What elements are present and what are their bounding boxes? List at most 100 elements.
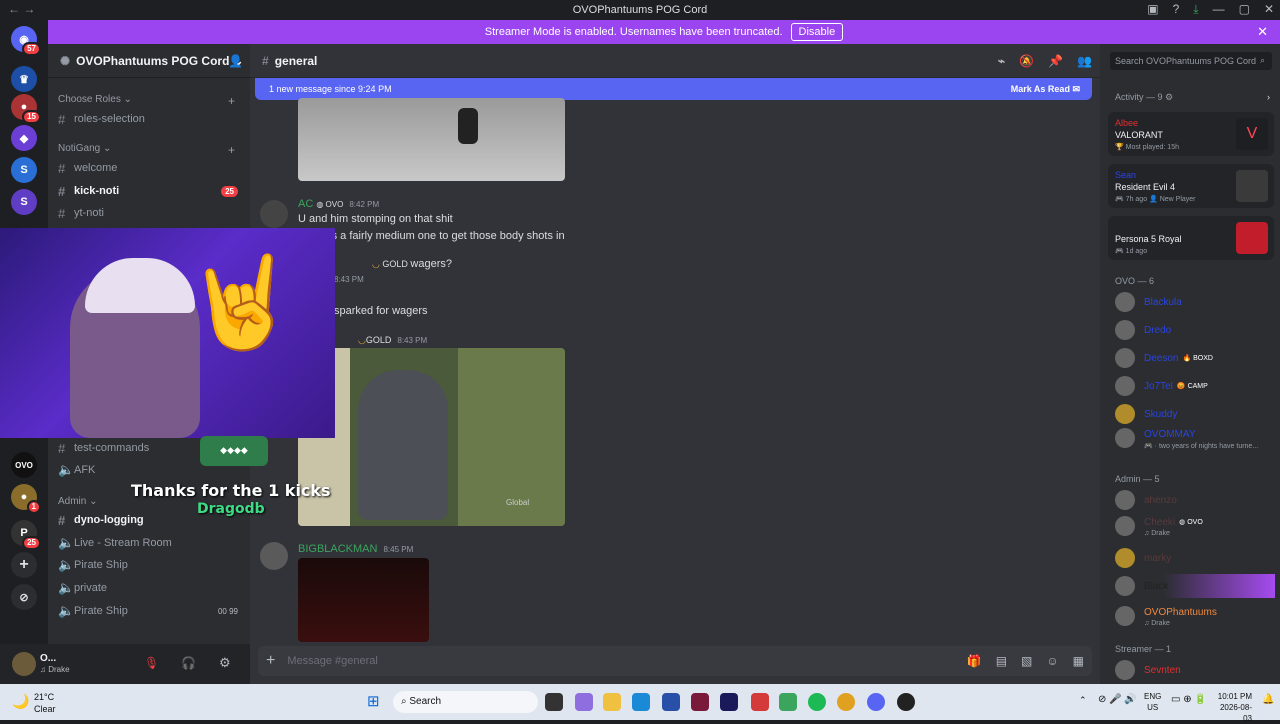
channel-pirate-ship[interactable]: 🔈 Pirate Ship: [58, 555, 244, 575]
app-icon[interactable]: [662, 693, 680, 711]
message-image[interactable]: [298, 98, 565, 181]
app-icon[interactable]: [779, 693, 797, 711]
category-notigang[interactable]: NotiGang ⌄ +: [58, 143, 238, 157]
add-channel-icon[interactable]: +: [228, 143, 235, 157]
tray-icons[interactable]: ⊘ 🎤 🔊: [1098, 694, 1137, 705]
server-icon[interactable]: ◆: [11, 125, 37, 151]
discord-icon[interactable]: [867, 693, 885, 711]
search-input[interactable]: Search OVOPhantuums POG Cord: [1110, 52, 1272, 70]
taskbar-search[interactable]: ⌕ Search: [393, 691, 538, 713]
minimize-button[interactable]: —: [1213, 2, 1225, 17]
disable-button[interactable]: Disable: [790, 23, 844, 41]
help-icon[interactable]: ?: [1173, 2, 1180, 17]
channel-yt-noti[interactable]: # yt-noti: [58, 203, 244, 223]
member-item[interactable]: Black: [1115, 574, 1275, 598]
gif-icon[interactable]: ▤: [996, 654, 1007, 668]
windows-start-icon[interactable]: ⊞: [367, 692, 380, 710]
avatar[interactable]: [260, 542, 288, 570]
close-icon[interactable]: ✕: [1257, 24, 1268, 40]
server-header[interactable]: ✺ OVOPhantuums POG Cord ⌄ 👤: [48, 44, 250, 78]
inbox-icon[interactable]: ▣: [1147, 2, 1158, 17]
message-input[interactable]: Message #general: [287, 655, 378, 667]
server-icon-ovo[interactable]: OVO: [11, 452, 37, 478]
member-item[interactable]: Blackula: [1115, 290, 1275, 314]
activity-card[interactable]: Sean Resident Evil 4 🎮 7h ago 👤 New Play…: [1108, 164, 1274, 208]
home-dm-button[interactable]: ◉ 57: [11, 26, 41, 56]
notifications-icon[interactable]: 🔕: [1019, 54, 1034, 68]
channel-kick-noti[interactable]: # kick-noti 25: [58, 181, 244, 201]
server-icon-phantuums[interactable]: P 25: [11, 520, 41, 550]
member-item[interactable]: Deeson 🔥 BOXD: [1115, 346, 1275, 370]
message-video[interactable]: [298, 558, 429, 642]
task-view-icon[interactable]: [545, 693, 563, 711]
obs-icon[interactable]: [897, 693, 915, 711]
channel-live-stream-room[interactable]: 🔈 Live - Stream Room: [58, 533, 244, 553]
member-list-icon[interactable]: 👥: [1077, 54, 1092, 68]
pin-icon[interactable]: 📌: [1048, 54, 1063, 68]
gift-icon[interactable]: 🎁: [967, 654, 982, 668]
gear-icon[interactable]: ⚙: [219, 655, 231, 671]
server-icon[interactable]: S: [11, 157, 37, 183]
member-item[interactable]: Sevnten: [1115, 658, 1275, 682]
member-item[interactable]: Dredo: [1115, 318, 1275, 342]
mute-icon[interactable]: 🎙: [144, 656, 159, 670]
activity-card[interactable]: Albee VALORANT 🏆 Most played: 15h V: [1108, 112, 1274, 156]
premiere-icon[interactable]: [720, 693, 738, 711]
member-item[interactable]: ahenzo: [1115, 488, 1275, 512]
invite-icon[interactable]: 👤: [228, 54, 243, 68]
app-icon[interactable]: [751, 693, 769, 711]
language-indicator[interactable]: ENG US: [1144, 691, 1161, 713]
add-server-icon[interactable]: +: [11, 552, 37, 578]
sticker-icon[interactable]: ▧: [1021, 654, 1032, 668]
message-composer[interactable]: + Message #general 🎁 ▤ ▧ ☺ ▦: [258, 646, 1092, 676]
server-icon[interactable]: ♛: [11, 66, 37, 92]
new-messages-bar[interactable]: 1 new message since 9:24 PM Mark As Read…: [255, 78, 1092, 100]
clock[interactable]: 10:01 PM 2026-08-03: [1212, 691, 1252, 724]
channel-welcome[interactable]: # welcome: [58, 158, 244, 178]
server-icon[interactable]: ● 1: [11, 484, 41, 514]
close-button[interactable]: ✕: [1264, 2, 1274, 17]
channel-roles-selection[interactable]: # roles-selection: [58, 109, 244, 129]
avatar: [1115, 576, 1135, 596]
channel-private[interactable]: 🔈 private: [58, 578, 244, 598]
category-label: Admin: [58, 496, 87, 507]
mark-as-read-button[interactable]: Mark As Read ✉: [1011, 84, 1080, 95]
message-author[interactable]: AC ◍ OVO 8:42 PM: [298, 198, 379, 210]
download-icon[interactable]: ⤓: [1193, 2, 1198, 17]
threads-icon[interactable]: ⌁: [998, 54, 1005, 68]
headphones-icon[interactable]: 🎧: [181, 656, 196, 670]
message-author[interactable]: BIGBLACKMAN 8:45 PM: [298, 543, 413, 555]
edge-icon[interactable]: [632, 693, 650, 711]
activity-header[interactable]: Activity — 9 ⚙ ›: [1115, 92, 1270, 103]
system-tray-icons[interactable]: ▭ ⊕ 🔋: [1171, 694, 1207, 705]
server-icon[interactable]: S: [11, 189, 37, 215]
apps-icon[interactable]: ▦: [1073, 654, 1084, 668]
avatar[interactable]: [260, 200, 288, 228]
message-gif[interactable]: Global: [298, 348, 565, 526]
category-admin[interactable]: Admin ⌄: [58, 496, 98, 507]
avatar[interactable]: [12, 652, 36, 676]
add-channel-icon[interactable]: +: [228, 94, 235, 108]
add-attachment-icon[interactable]: +: [266, 652, 275, 670]
app-icon[interactable]: [691, 693, 709, 711]
tray-chevron-icon[interactable]: ⌃: [1079, 695, 1087, 706]
maximize-button[interactable]: ▢: [1239, 2, 1250, 17]
member-item[interactable]: Cheeki ◍ OVO ♫ Drake: [1115, 514, 1275, 538]
spotify-icon[interactable]: [808, 693, 826, 711]
member-item[interactable]: OVOPhantuums ♫ Drake: [1115, 604, 1275, 628]
explore-icon[interactable]: ⊘: [11, 584, 37, 610]
member-item[interactable]: OVOMMAY 🎮 · two years of nights have turn…: [1115, 426, 1275, 450]
notifications-icon[interactable]: 🔔: [1262, 694, 1274, 705]
server-icon[interactable]: ● 15: [11, 94, 41, 124]
member-item[interactable]: Skuddy: [1115, 402, 1275, 426]
activity-card[interactable]: Persona 5 Royal 🎮 1d ago: [1108, 216, 1274, 260]
chrome-icon[interactable]: [837, 693, 855, 711]
weather-icon[interactable]: 🌙: [12, 693, 29, 710]
member-item[interactable]: marky: [1115, 546, 1275, 570]
channel-pirate-ship-2[interactable]: 🔈 Pirate Ship 00 99: [58, 601, 244, 621]
member-item[interactable]: Jo7Tel 😡 CAMP: [1115, 374, 1275, 398]
file-explorer-icon[interactable]: [603, 693, 621, 711]
emoji-icon[interactable]: ☺: [1046, 654, 1058, 668]
copilot-icon[interactable]: [575, 693, 593, 711]
category-choose-roles[interactable]: Choose Roles ⌄ +: [58, 94, 238, 108]
